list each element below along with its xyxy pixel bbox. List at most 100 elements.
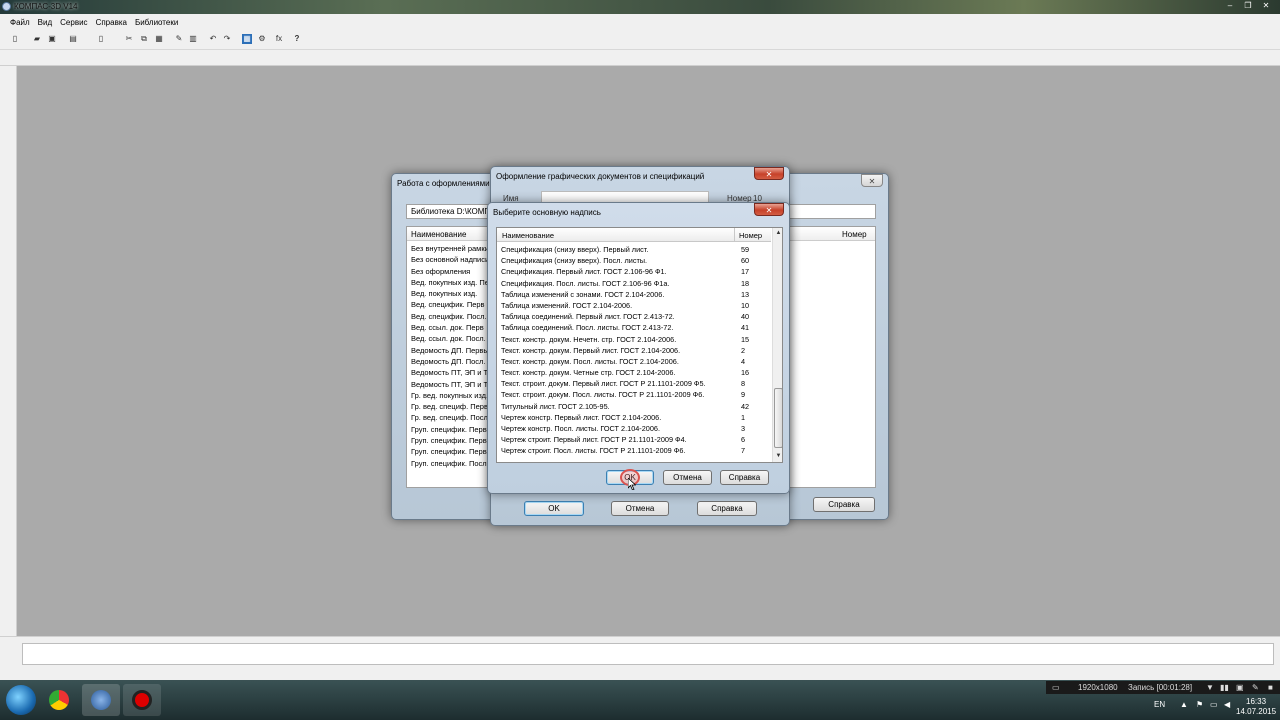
list-item[interactable]: Без внутренней рамки	[411, 244, 491, 255]
ok-button[interactable]: OK	[524, 501, 584, 516]
print-icon[interactable]: ▤	[68, 34, 78, 44]
tray-arrow-icon[interactable]: ▲	[1180, 700, 1188, 709]
cut-icon[interactable]: ✂	[124, 34, 134, 44]
close-icon[interactable]: ✕	[754, 203, 784, 216]
table-row[interactable]: Чертеж констр. Первый лист. ГОСТ 2.104-2…	[497, 412, 771, 423]
list-item[interactable]: Без оформления	[411, 267, 491, 278]
fx-icon[interactable]: fx	[272, 34, 286, 44]
flag-icon[interactable]: ⚑	[1196, 700, 1203, 709]
table-row[interactable]: Текст. констр. докум. Четные стр. ГОСТ 2…	[497, 367, 771, 378]
list-item[interactable]: Гр. вед. покупных изд.	[411, 391, 491, 402]
row-number: 4	[741, 356, 746, 366]
column-number-header[interactable]: Номер	[842, 230, 867, 239]
menu-libraries[interactable]: Библиотеки	[135, 18, 178, 27]
table-row[interactable]: Чертеж констр. Посл. листы. ГОСТ 2.104-2…	[497, 423, 771, 434]
record-icon	[132, 690, 152, 710]
list-item[interactable]: Гр. вед. специф. Посл.	[411, 413, 491, 424]
title-block-list[interactable]: Наименование Номер Спецификация (снизу в…	[496, 227, 783, 463]
table-row[interactable]: Текст. констр. докум. Посл. листы. ГОСТ …	[497, 356, 771, 367]
help-pointer-icon[interactable]: ?	[292, 34, 302, 44]
help-button[interactable]: Справка	[813, 497, 875, 512]
start-button[interactable]	[6, 685, 36, 715]
list-item[interactable]: Ведомость ДП. Посл.	[411, 357, 491, 368]
cancel-button[interactable]: Отмена	[611, 501, 669, 516]
clock[interactable]: 16:33 14.07.2015	[1236, 697, 1276, 717]
list-item[interactable]: Вед. специфик. Перв	[411, 300, 491, 311]
menu-file[interactable]: Файл	[10, 18, 30, 27]
menu-help[interactable]: Справка	[96, 18, 127, 27]
taskbar-kompas[interactable]	[82, 684, 120, 716]
network-icon[interactable]: ▭	[1210, 700, 1218, 709]
list-item[interactable]: Гр. вед. специф. Перв	[411, 402, 491, 413]
table-row[interactable]: Спецификация (снизу вверх). Посл. листы.…	[497, 255, 771, 266]
new-document-icon[interactable]: ▯	[10, 34, 20, 44]
table-row[interactable]: Спецификация (снизу вверх). Первый лист.…	[497, 244, 771, 255]
redo-icon[interactable]: ↷	[222, 34, 232, 44]
close-icon[interactable]: ✕	[754, 167, 784, 180]
table-row[interactable]: Таблица соединений. Первый лист. ГОСТ 2.…	[497, 311, 771, 322]
language-indicator[interactable]: EN	[1154, 700, 1165, 709]
table-row[interactable]: Текст. строит. докум. Посл. листы. ГОСТ …	[497, 389, 771, 400]
list-item[interactable]: Вед. ссыл. док. Посл.	[411, 334, 491, 345]
vertical-scrollbar[interactable]: ▲ ▼	[772, 228, 782, 462]
menu-view[interactable]: Вид	[38, 18, 52, 27]
camera-icon[interactable]: ▣	[1236, 683, 1244, 692]
column-number-header[interactable]: Номер	[739, 231, 762, 240]
preview-icon[interactable]: ▯	[96, 34, 106, 44]
pencil-icon[interactable]: ✎	[1252, 683, 1259, 692]
table-row[interactable]: Таблица изменений. ГОСТ 2.104-2006. 10	[497, 300, 771, 311]
table-row[interactable]: Таблица соединений. Посл. листы. ГОСТ 2.…	[497, 322, 771, 333]
cancel-button[interactable]: Отмена	[663, 470, 712, 485]
close-window-button[interactable]: ✕	[1258, 0, 1274, 11]
list-item[interactable]: Вед. покупных изд. Пер	[411, 278, 491, 289]
table-row[interactable]: Текст. строит. докум. Первый лист. ГОСТ …	[497, 378, 771, 389]
list-item[interactable]: Вед. ссыл. док. Перв	[411, 323, 491, 334]
table-row[interactable]: Чертеж строит. Посл. листы. ГОСТ Р 21.11…	[497, 445, 771, 456]
table-row[interactable]: Текст. констр. докум. Нечетн. стр. ГОСТ …	[497, 334, 771, 345]
list-item[interactable]: Ведомость ПТ, ЭП и ТП	[411, 368, 491, 379]
table-row[interactable]: Чертеж строит. Первый лист. ГОСТ Р 21.11…	[497, 434, 771, 445]
minimize-button[interactable]: ‒	[1222, 0, 1238, 11]
volume-icon[interactable]: ◀	[1224, 700, 1230, 709]
scrollbar-thumb[interactable]	[774, 388, 782, 448]
taskbar-chrome[interactable]	[40, 684, 78, 716]
list-item[interactable]: Вед. специфик. Посл.	[411, 312, 491, 323]
list-item[interactable]: Груп. специфик. Перв	[411, 436, 491, 447]
help-button[interactable]: Справка	[720, 470, 769, 485]
properties-icon[interactable]: ✎	[174, 34, 184, 44]
chevron-down-icon[interactable]: ▼	[1206, 683, 1214, 692]
list-item[interactable]: Груп. специфик. Перв	[411, 447, 491, 458]
column-name-header[interactable]: Наименование	[411, 230, 466, 239]
table-row[interactable]: Спецификация. Посл. листы. ГОСТ 2.106-96…	[497, 278, 771, 289]
close-icon[interactable]: ✕	[861, 174, 883, 187]
list-item[interactable]: Ведомость ПТ, ЭП и ТП	[411, 380, 491, 391]
copy-icon[interactable]: ⧉	[139, 34, 149, 44]
clock-date: 14.07.2015	[1236, 707, 1277, 716]
list-item[interactable]: Без основной надписи	[411, 255, 491, 266]
variables-icon[interactable]: ⚙	[257, 34, 267, 44]
maximize-button[interactable]: ❐	[1240, 0, 1256, 11]
scroll-down-icon[interactable]: ▼	[773, 451, 782, 462]
help-button[interactable]: Справка	[697, 501, 757, 516]
paste-icon[interactable]: ▦	[154, 34, 164, 44]
library-manager-icon[interactable]: ▦	[242, 34, 252, 44]
table-row[interactable]: Титульный лист. ГОСТ 2.105-95. 42	[497, 401, 771, 412]
list-item[interactable]: Ведомость ДП. Первый	[411, 346, 491, 357]
row-number: 60	[741, 256, 750, 266]
table-row[interactable]: Таблица изменений с зонами. ГОСТ 2.104-2…	[497, 289, 771, 300]
list-item[interactable]: Груп. специфик. Перв	[411, 425, 491, 436]
list-item[interactable]: Вед. покупных изд.	[411, 289, 491, 300]
pause-icon[interactable]: ▮▮	[1220, 683, 1229, 692]
manager-icon[interactable]: ▥	[188, 34, 198, 44]
stop-icon[interactable]: ■	[1268, 683, 1273, 692]
save-icon[interactable]: ▣	[47, 34, 57, 44]
table-row[interactable]: Текст. констр. докум. Первый лист. ГОСТ …	[497, 345, 771, 356]
column-name-header[interactable]: Наименование	[502, 231, 554, 240]
taskbar-recorder[interactable]	[123, 684, 161, 716]
menu-service[interactable]: Сервис	[60, 18, 87, 27]
open-folder-icon[interactable]: ▰	[32, 34, 42, 44]
list-item[interactable]: Груп. специфик. Посл.	[411, 459, 491, 470]
table-row[interactable]: Спецификация. Первый лист. ГОСТ 2.106-96…	[497, 266, 771, 277]
scroll-up-icon[interactable]: ▲	[773, 228, 782, 239]
undo-icon[interactable]: ↶	[208, 34, 218, 44]
